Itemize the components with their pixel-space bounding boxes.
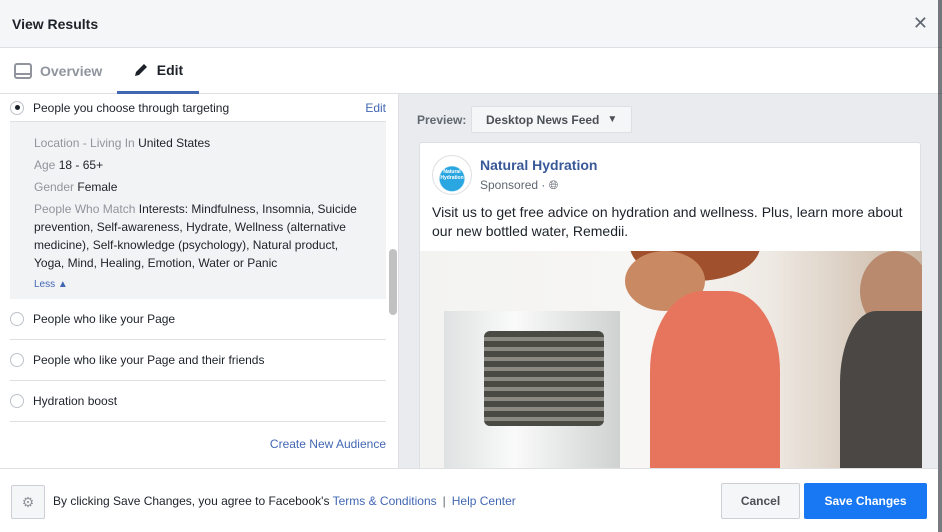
audience-option-targeting[interactable]: People you choose through targeting Edit (10, 94, 386, 122)
location-value: United States (138, 136, 211, 150)
tab-label: Edit (156, 61, 184, 78)
ad-message: Visit us to get free advice on hydration… (432, 204, 903, 239)
sponsored-label: Sponsored · 🌐︎ (480, 178, 558, 193)
age-key: Age (34, 158, 56, 172)
placement-dropdown[interactable]: Desktop News Feed ▼ (471, 106, 633, 133)
audience-panel: People you choose through targeting Edit… (0, 94, 398, 468)
radio[interactable] (10, 394, 24, 408)
page-name[interactable]: Natural Hydration (480, 157, 597, 173)
save-changes-button[interactable]: Save Changes (804, 483, 927, 519)
gender-value: Female (77, 180, 118, 194)
runner2-body (840, 311, 922, 468)
option-label: People you choose through targeting (33, 100, 230, 115)
footer-text: By clicking Save Changes, you agree to F… (53, 494, 516, 508)
age-value: 18 - 65+ (58, 158, 104, 172)
ad-image (420, 251, 922, 468)
dialog-title: View Results (12, 16, 99, 32)
edit-link[interactable]: Edit (365, 101, 386, 115)
audience-option-page-likes-friends[interactable]: People who like your Page and their frie… (10, 340, 386, 381)
radio[interactable] (10, 353, 24, 367)
bottle-cap (484, 331, 604, 426)
separator: | (442, 494, 446, 508)
window-edge (938, 0, 942, 532)
gender-key: Gender (34, 180, 75, 194)
bottle-shape (444, 311, 620, 468)
option-label: People who like your Page and their frie… (33, 353, 265, 367)
tab-label: Overview (40, 63, 103, 79)
location-key: Location - Living In (34, 136, 135, 150)
placement-value: Desktop News Feed (486, 112, 600, 127)
scrollbar[interactable] (389, 249, 397, 315)
help-center-link[interactable]: Help Center (452, 494, 516, 508)
sponsored-text: Sponsored · (480, 178, 546, 192)
dialog-header: View Results ✕ (0, 0, 942, 48)
option-label: People who like your Page (33, 312, 176, 326)
tab-overview[interactable]: Overview (14, 48, 102, 94)
page-logo: Natural Hydration (432, 155, 472, 195)
close-icon[interactable]: ✕ (913, 13, 928, 34)
tablet-icon (14, 63, 32, 79)
pencil-icon (134, 63, 147, 76)
option-label: Hydration boost (33, 394, 118, 408)
agreement-text: By clicking Save Changes, you agree to F… (53, 494, 330, 508)
caret-down-icon: ▼ (607, 114, 618, 125)
less-label: Less (34, 279, 56, 290)
match-key: People Who Match (34, 202, 136, 216)
runner-shirt (650, 291, 780, 468)
create-audience-link[interactable]: Create New Audience (270, 437, 386, 451)
radio-selected[interactable] (10, 100, 24, 115)
gear-icon[interactable]: ⚙ (11, 485, 45, 519)
terms-link[interactable]: Terms & Conditions (333, 494, 437, 508)
preview-panel: Preview: Desktop News Feed ▼ Natural Hydr… (398, 94, 938, 468)
caret-up-icon: ▲ (57, 279, 68, 290)
audience-option-page-likes[interactable]: People who like your Page (10, 299, 386, 340)
audience-option-hydration-boost[interactable]: Hydration boost (10, 381, 386, 422)
tab-edit[interactable]: Edit (117, 48, 199, 94)
less-toggle[interactable]: Less ▲ (34, 276, 362, 294)
globe-icon: 🌐︎ (548, 178, 559, 192)
radio[interactable] (10, 312, 24, 326)
ad-preview-card: Natural Hydration Natural Hydration Spons… (419, 142, 922, 468)
cancel-button[interactable]: Cancel (721, 483, 800, 519)
targeting-details: Location - Living In United States Age 1… (10, 122, 386, 299)
dialog-footer: ⚙ By clicking Save Changes, you agree to… (0, 468, 938, 532)
tab-bar: Overview Edit (0, 48, 942, 94)
preview-label: Preview: (417, 113, 467, 127)
